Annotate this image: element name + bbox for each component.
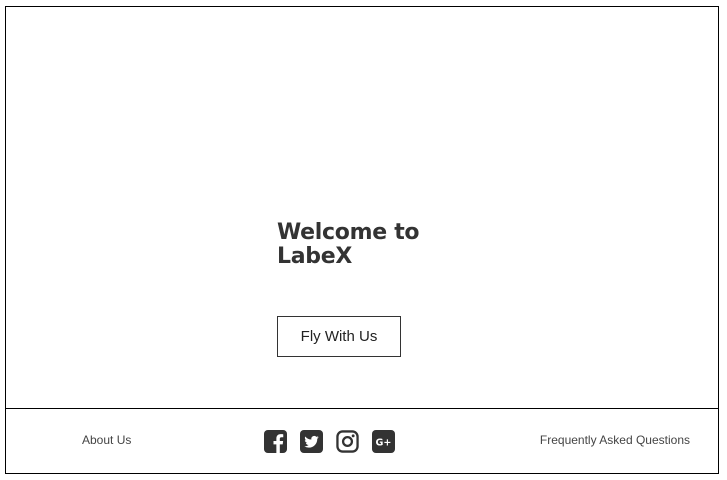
hero-headline: Welcome to LabeX (277, 220, 420, 269)
page-frame: Welcome to LabeX Fly With Us About Us G+… (5, 6, 719, 474)
svg-text:G+: G+ (376, 438, 392, 449)
instagram-icon[interactable] (336, 430, 359, 453)
twitter-icon[interactable] (300, 430, 323, 453)
fly-with-us-button[interactable]: Fly With Us (277, 316, 401, 357)
google-plus-icon[interactable]: G+ (372, 430, 395, 453)
facebook-icon[interactable] (264, 430, 287, 453)
footer: About Us G+ Frequently Asked Questions (6, 409, 718, 473)
social-links: G+ (264, 430, 395, 453)
faq-link[interactable]: Frequently Asked Questions (540, 433, 690, 447)
hero-section: Welcome to LabeX Fly With Us (6, 7, 718, 409)
about-us-link[interactable]: About Us (82, 433, 131, 447)
